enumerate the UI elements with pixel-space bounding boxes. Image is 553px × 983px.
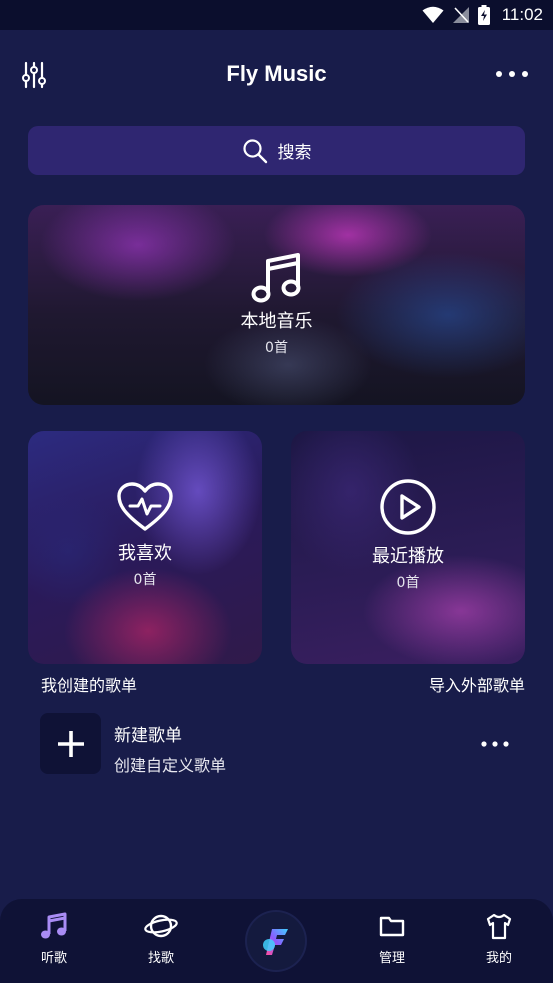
search-bar[interactable]: 搜索 [28,126,525,175]
fly-music-logo-icon [263,929,288,955]
local-music-title: 本地音乐 [240,311,313,332]
nav-profile[interactable]: 我的 [464,911,534,966]
fly-music-center-button[interactable] [247,912,305,970]
import-playlist-link[interactable]: 导入外部歌单 [429,672,525,696]
play-circle-icon [380,479,436,535]
status-bar: 11:02 [0,0,553,30]
app-title: Fly Music [226,61,327,86]
folder-icon [379,916,405,937]
wifi-icon [422,6,444,23]
favorites-title: 我喜欢 [118,543,172,564]
nav-discover-label: 找歌 [147,951,174,966]
nav-listen[interactable]: 听歌 [19,911,89,966]
music-notes-icon [251,253,300,303]
nav-manage[interactable]: 管理 [357,911,427,966]
playlist-more-icon[interactable] [480,739,510,749]
favorites-count: 0首 [133,572,157,588]
status-time: 11:02 [501,5,543,24]
nav-profile-label: 我的 [485,951,512,966]
search-placeholder: 搜索 [277,143,312,163]
nav-manage-label: 管理 [378,951,405,966]
more-options-icon[interactable] [495,68,529,80]
local-music-count: 0首 [265,340,288,356]
nav-discover[interactable]: 找歌 [126,911,196,966]
music-note-icon [41,912,67,939]
local-music-card[interactable]: 本地音乐 0首 [28,205,525,405]
tshirt-icon [486,913,512,940]
recent-played-title: 最近播放 [372,546,444,567]
search-icon [242,138,267,163]
top-bar: Fly Music [0,30,553,120]
new-playlist-subtitle: 创建自定义歌单 [114,756,227,775]
heart-pulse-icon [117,482,173,531]
created-playlists-label: 我创建的歌单 [41,676,138,695]
favorites-card[interactable]: 我喜欢 0首 [28,431,262,664]
recent-played-card[interactable]: 最近播放 0首 [291,431,525,664]
recent-played-count: 0首 [396,575,420,591]
bottom-nav: 听歌 找歌 管理 我的 [0,899,553,983]
new-playlist-title: 新建歌单 [114,726,182,746]
new-playlist-thumb [40,713,101,774]
no-signal-icon [452,7,469,23]
planet-icon [144,914,178,938]
battery-charging-icon [477,5,490,25]
new-playlist-item[interactable]: 新建歌单 创建自定义歌单 [40,713,530,775]
nav-listen-label: 听歌 [40,951,67,966]
plus-icon [57,730,84,757]
